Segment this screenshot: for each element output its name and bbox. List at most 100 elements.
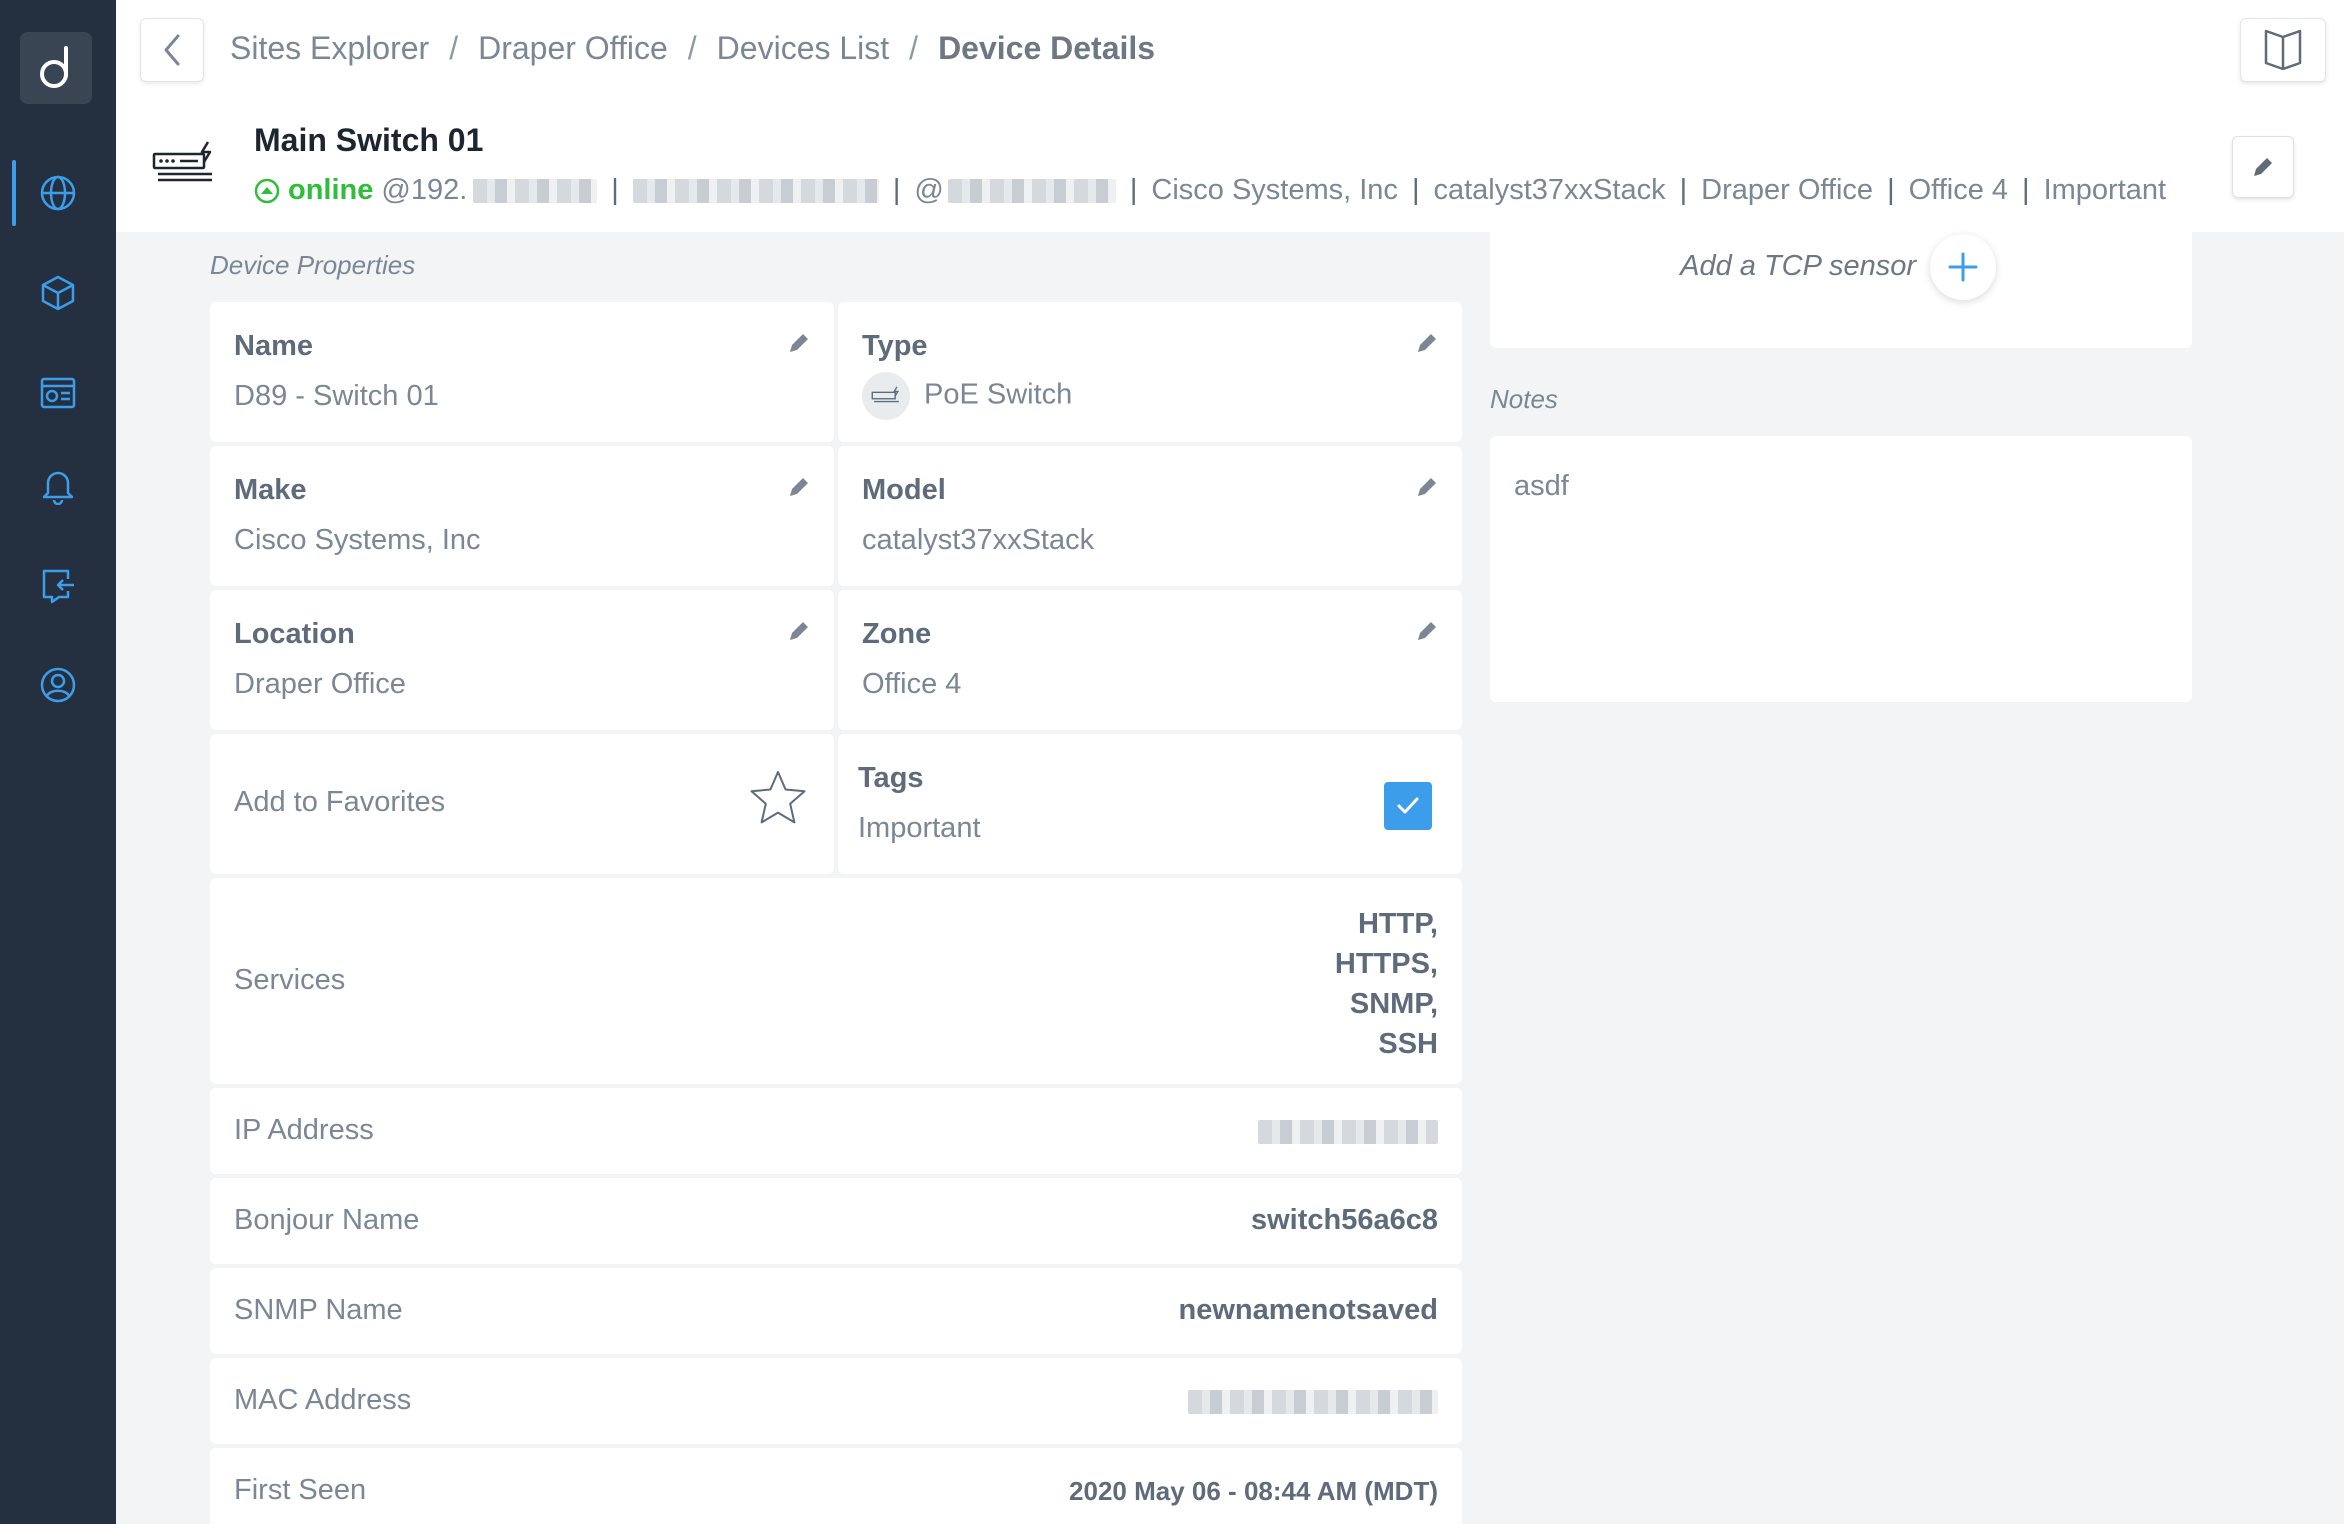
online-status-icon: [254, 178, 280, 203]
breadcrumb-device-details: Device Details: [938, 30, 1156, 66]
docs-button[interactable]: [2240, 18, 2326, 82]
pencil-icon[interactable]: [1414, 618, 1440, 644]
star-icon[interactable]: [748, 768, 808, 828]
snmp-label: SNMP Name: [234, 1294, 403, 1326]
breadcrumb-separator: /: [909, 30, 919, 66]
notes-text[interactable]: asdf: [1514, 470, 1569, 503]
meta-tag: Important: [2043, 174, 2167, 206]
nav-devices[interactable]: [0, 260, 116, 326]
type-value: PoE Switch: [924, 378, 1073, 411]
bonjour-row: Bonjour Name switch56a6c8: [210, 1178, 1462, 1264]
redacted-name: [947, 178, 1116, 203]
breadcrumb-sites-explorer[interactable]: Sites Explorer: [230, 30, 429, 67]
service-item: SSH: [1378, 1028, 1438, 1060]
tags-checkbox[interactable]: [1384, 782, 1432, 830]
meta-make: Cisco Systems, Inc: [1151, 174, 1398, 206]
service-item: SNMP,: [1349, 988, 1438, 1020]
zone-card: Zone Office 4: [838, 590, 1462, 730]
plus-icon: [1948, 252, 1978, 282]
snmp-value: newnamenotsaved: [1178, 1294, 1438, 1326]
location-label: Location: [234, 618, 355, 650]
dashboard-icon: [40, 377, 76, 409]
pencil-icon[interactable]: [1414, 474, 1440, 500]
breadcrumb-separator: /: [687, 30, 697, 66]
service-item: HTTPS,: [1334, 948, 1438, 980]
model-value: catalyst37xxStack: [862, 524, 1095, 556]
pencil-icon: [2254, 158, 2272, 176]
breadcrumb-devices-list[interactable]: Devices List: [717, 30, 890, 67]
nav-dashboard[interactable]: [0, 360, 116, 426]
tags-label: Tags: [858, 762, 924, 794]
type-card: Type PoE Switch: [838, 302, 1462, 442]
bonjour-label: Bonjour Name: [234, 1204, 420, 1236]
edit-device-button[interactable]: [2232, 136, 2294, 198]
zone-label: Zone: [862, 618, 932, 650]
switch-icon: [152, 141, 212, 182]
mac-label: MAC Address: [234, 1384, 412, 1416]
pencil-icon[interactable]: [1414, 330, 1440, 356]
make-value: Cisco Systems, Inc: [234, 524, 481, 556]
model-card: Model catalyst37xxStack: [838, 446, 1462, 586]
meta-model: catalyst37xxStack: [1433, 174, 1666, 206]
pencil-icon[interactable]: [786, 618, 812, 644]
redacted-mac-address: [1188, 1390, 1438, 1414]
tags-value: Important: [858, 812, 981, 844]
first-seen-row: First Seen 2020 May 06 - 08:44 AM (MDT): [210, 1448, 1462, 1524]
logo-icon[interactable]: [20, 32, 92, 104]
section-title-notes: Notes: [1490, 384, 1558, 414]
switch-icon: [862, 372, 910, 420]
redacted-hostname: [632, 178, 879, 203]
nav-alerts[interactable]: [0, 452, 116, 518]
nav-account[interactable]: [0, 652, 116, 718]
services-list: HTTP, HTTPS, SNMP, SSH: [1335, 904, 1438, 1064]
back-button[interactable]: [140, 18, 204, 82]
pencil-icon[interactable]: [786, 330, 812, 356]
meta-zone: Office 4: [1908, 174, 2009, 206]
favorites-card[interactable]: Add to Favorites: [210, 734, 834, 874]
section-title-properties: Device Properties: [210, 250, 416, 280]
breadcrumb-draper-office[interactable]: Draper Office: [478, 30, 668, 67]
tags-card: Tags Important: [838, 734, 1462, 874]
make-card: Make Cisco Systems, Inc: [210, 446, 834, 586]
add-tcp-sensor-label[interactable]: Add a TCP sensor: [1680, 250, 1916, 283]
ip-prefix: @192.: [381, 174, 468, 206]
bonjour-value: switch56a6c8: [1250, 1204, 1438, 1236]
notes-card[interactable]: asdf: [1490, 436, 2192, 702]
at-sign: @: [914, 174, 944, 206]
services-label: Services: [234, 964, 346, 996]
nav-export[interactable]: [0, 552, 116, 618]
sidebar: [0, 0, 116, 1524]
favorites-label: Add to Favorites: [234, 786, 446, 818]
export-icon: [42, 569, 74, 604]
pencil-icon[interactable]: [786, 474, 812, 500]
first-seen-label: First Seen: [234, 1474, 367, 1506]
nav-sites[interactable]: [0, 160, 116, 226]
meta-location: Draper Office: [1701, 174, 1874, 206]
first-seen-value: 2020 May 06 - 08:44 AM (MDT): [1069, 1476, 1438, 1506]
bell-icon: [42, 471, 74, 505]
service-item: HTTP,: [1357, 908, 1438, 940]
snmp-row: SNMP Name newnamenotsaved: [210, 1268, 1462, 1354]
name-label: Name: [234, 330, 313, 362]
check-icon: [1397, 797, 1419, 814]
services-row: Services HTTP, HTTPS, SNMP, SSH: [210, 878, 1462, 1084]
ip-address-row: IP Address: [210, 1088, 1462, 1174]
redacted-ip-address: [1258, 1120, 1438, 1144]
model-label: Model: [862, 474, 946, 506]
status-badge: online: [288, 174, 374, 206]
globe-icon: [40, 175, 76, 211]
add-tcp-sensor-button[interactable]: [1930, 234, 1996, 300]
mac-row: MAC Address: [210, 1358, 1462, 1444]
redacted-ip: [473, 178, 598, 203]
book-icon: [2264, 29, 2302, 71]
location-value: Draper Office: [234, 668, 406, 700]
type-value-row: PoE Switch: [862, 372, 1072, 420]
name-card: Name D89 - Switch 01: [210, 302, 834, 442]
user-icon: [40, 667, 76, 703]
breadcrumb-separator: /: [449, 30, 459, 66]
zone-value: Office 4: [862, 668, 962, 700]
type-label: Type: [862, 330, 928, 362]
device-meta: online @192. | | @ | Cisco Systems, Inc …: [254, 174, 2166, 207]
cube-icon: [41, 275, 75, 311]
page-header: Sites Explorer / Draper Office / Devices…: [116, 0, 2344, 232]
